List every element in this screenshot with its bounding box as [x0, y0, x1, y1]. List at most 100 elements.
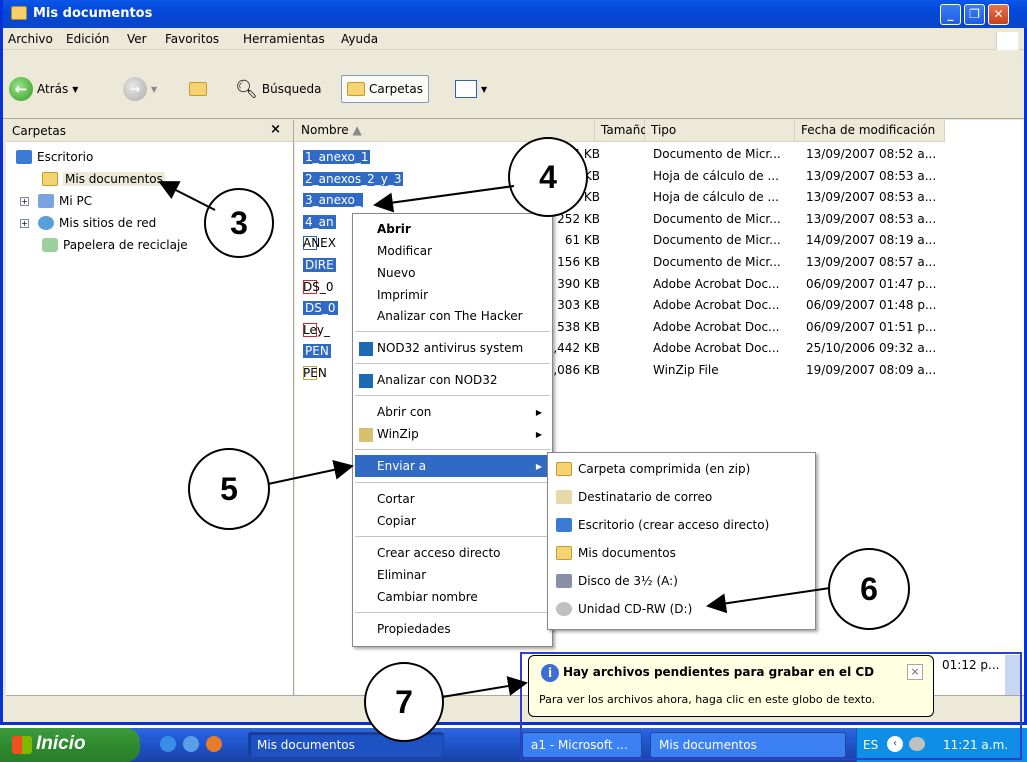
menu-item-eliminar[interactable]: Eliminar [377, 568, 426, 582]
back-button[interactable]: ← Atrás ▼ [9, 75, 78, 103]
file-name: 2_anexos_2_y_3 [303, 171, 404, 186]
column-date[interactable]: Fecha de modificación [795, 120, 945, 142]
menu-item-abrir[interactable]: Abrir [377, 222, 411, 236]
menu-item-hacker[interactable]: Analizar con The Hacker [377, 309, 523, 323]
folders-icon [347, 82, 365, 96]
tree-label: Papelera de reciclaje [63, 238, 188, 252]
table-row[interactable]: 2_anexos_2_y_336 KBHoja de cálculo de ..… [295, 166, 1024, 187]
menu-item-cortar[interactable]: Cortar [377, 492, 415, 506]
menu-item-propiedades[interactable]: Propiedades [377, 622, 451, 636]
menu-edicion[interactable]: Edición [66, 32, 109, 46]
close-pane-icon[interactable]: × [270, 122, 281, 137]
tree-label: Escritorio [37, 150, 94, 164]
minimize-button[interactable]: _ [940, 4, 961, 25]
search-button[interactable]: 🔍︎ Búsqueda [235, 75, 322, 103]
menu-item-imprimir[interactable]: Imprimir [377, 288, 428, 302]
tree-item-mis-documentos[interactable]: Mis documentos [42, 172, 165, 186]
menu-item-nod32-system[interactable]: NOD32 antivirus system [377, 341, 523, 355]
file-date: 19/09/2007 08:09 a... [806, 363, 937, 377]
forward-button[interactable]: → ▼ [123, 75, 157, 103]
tree-item-mis-sitios-de-red[interactable]: + Mis sitios de red [20, 216, 156, 230]
views-button[interactable]: ▼ [455, 75, 487, 103]
tree-item-mi-pc[interactable]: + Mi PC [20, 194, 92, 208]
menu-item-abrir-con[interactable]: Abrir con [377, 405, 431, 419]
table-row[interactable]: 1_anexo_1244 KBDocumento de Micr...13/09… [295, 144, 1024, 165]
file-name: PEN [303, 366, 327, 380]
floppy-icon [556, 574, 572, 588]
menu-separator [355, 331, 550, 332]
up-folder-button[interactable] [189, 75, 207, 103]
menu-item-nod32[interactable]: Analizar con NOD32 [377, 373, 498, 387]
media-player-icon[interactable] [206, 736, 222, 752]
close-button[interactable]: ✕ [988, 4, 1009, 25]
column-size[interactable]: Tamaño [595, 120, 648, 142]
title-bar[interactable]: Mis documentos _ ❐ ✕ [3, 0, 1027, 28]
submenu-label: Unidad CD-RW (D:) [578, 602, 693, 616]
tree-label: Mi PC [59, 194, 93, 208]
submenu-item-desktop[interactable]: Escritorio (crear acceso directo) [556, 518, 769, 532]
table-row[interactable]: 3_anexo_220 KBHoja de cálculo de ...13/0… [295, 187, 1024, 208]
submenu-item-documents[interactable]: Mis documentos [556, 546, 676, 560]
submenu-arrow-icon: ▶ [535, 408, 542, 417]
menu-ayuda[interactable]: Ayuda [341, 32, 378, 46]
desktop-icon [556, 518, 572, 532]
menu-favoritos[interactable]: Favoritos [165, 32, 219, 46]
submenu-arrow-icon: ▶ [535, 430, 542, 439]
menu-separator [355, 536, 550, 537]
windows-flag-icon [12, 736, 32, 754]
tree-item-papelera[interactable]: Papelera de reciclaje [42, 238, 188, 252]
computer-icon [38, 194, 54, 208]
callout-7: 7 [364, 662, 444, 742]
menu-item-cambiar-nombre[interactable]: Cambiar nombre [377, 590, 478, 604]
folders-button[interactable]: Carpetas [341, 75, 429, 103]
start-button[interactable]: Inicio [0, 728, 140, 762]
menu-bar: Archivo Edición Ver Favoritos Herramient… [3, 28, 1024, 50]
submenu-arrow-icon: ▶ [535, 462, 542, 471]
submenu-label: Mis documentos [578, 546, 676, 560]
highlight-box [520, 652, 1022, 760]
menu-ver[interactable]: Ver [127, 32, 147, 46]
submenu-item-floppy[interactable]: Disco de 3½ (A:) [556, 574, 678, 588]
menu-separator [355, 363, 550, 364]
file-date: 13/09/2007 08:53 a... [806, 168, 937, 183]
file-type: Adobe Acrobat Doc... [653, 298, 780, 313]
nod32-icon [359, 342, 373, 356]
start-label: Inicio [36, 733, 86, 754]
column-type[interactable]: Tipo [645, 120, 795, 142]
file-date: 25/10/2006 09:32 a... [806, 341, 937, 356]
menu-item-modificar[interactable]: Modificar [377, 244, 432, 258]
windows-logo-icon [996, 32, 1018, 50]
tree-item-escritorio[interactable]: Escritorio [16, 150, 93, 164]
file-name: Ley_ [303, 322, 330, 337]
file-date: 06/09/2007 01:51 p... [806, 319, 937, 334]
browser-icon[interactable] [183, 736, 199, 752]
submenu-item-zip[interactable]: Carpeta comprimida (en zip) [556, 462, 750, 476]
menu-item-winzip[interactable]: WinZip [377, 427, 419, 441]
menu-item-copiar[interactable]: Copiar [377, 514, 416, 528]
submenu-item-mail[interactable]: Destinatario de correo [556, 490, 712, 504]
menu-archivo[interactable]: Archivo [8, 32, 53, 46]
expand-icon[interactable]: + [20, 218, 29, 228]
menu-item-nuevo[interactable]: Nuevo [377, 266, 415, 280]
desktop-icon [16, 150, 32, 164]
menu-herramientas[interactable]: Herramientas [243, 32, 325, 46]
callout-4: 4 [508, 137, 588, 217]
ie-icon[interactable] [160, 736, 176, 752]
expand-icon[interactable]: + [20, 196, 29, 206]
back-arrow-icon: ← [9, 77, 33, 101]
file-date: 06/09/2007 01:48 p... [806, 298, 937, 313]
column-name-label: Nombre [301, 123, 349, 137]
forward-arrow-icon: → [123, 77, 147, 101]
file-name: PEN [303, 344, 331, 359]
back-label: Atrás [37, 82, 69, 96]
file-type: Adobe Acrobat Doc... [653, 319, 780, 334]
maximize-button[interactable]: ❐ [964, 4, 985, 25]
up-folder-icon [189, 82, 207, 96]
tree-label: Mis documentos [63, 172, 165, 186]
menu-item-crear-acceso[interactable]: Crear acceso directo [377, 546, 501, 560]
cd-drive-icon [556, 602, 572, 616]
submenu-item-cdrw[interactable]: Unidad CD-RW (D:) [556, 602, 692, 616]
folders-label: Carpetas [369, 82, 423, 96]
menu-item-enviar-a[interactable]: Enviar a [377, 459, 426, 473]
column-type-label: Tipo [651, 123, 677, 137]
